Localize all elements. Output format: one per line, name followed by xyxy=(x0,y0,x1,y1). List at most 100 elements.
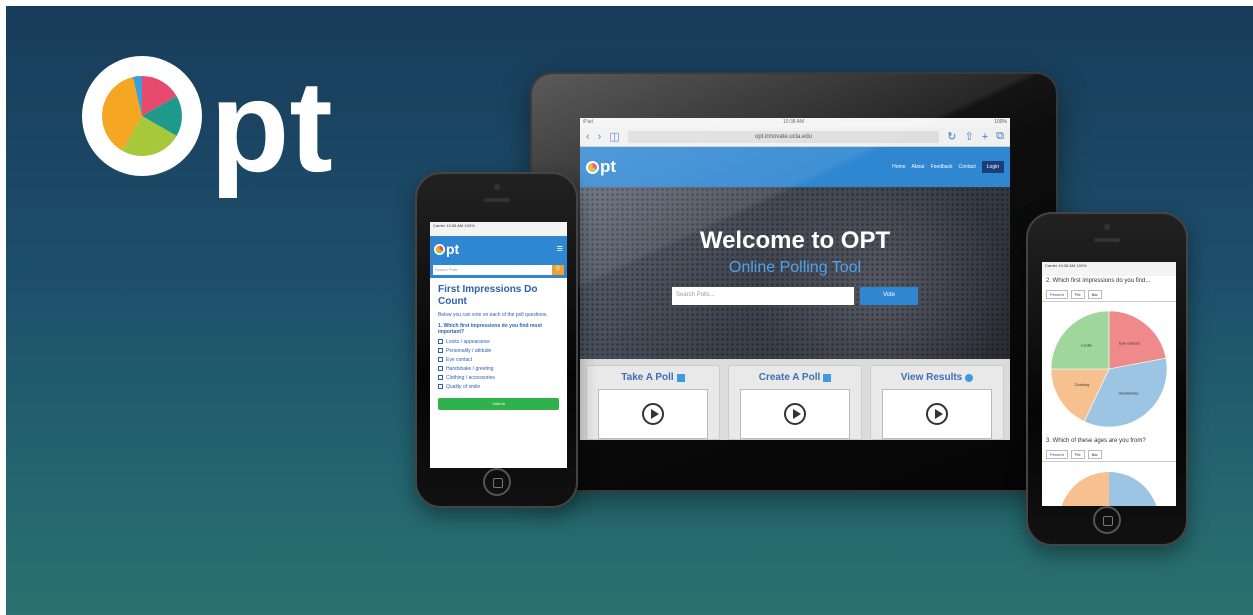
status-battery: 100% xyxy=(1076,263,1087,268)
status-time: 10:38 AM xyxy=(446,223,464,228)
edit-icon xyxy=(823,373,832,382)
nav-link-home[interactable]: Home xyxy=(892,164,905,170)
logo-pie-icon xyxy=(586,160,599,174)
opt-logo: pt xyxy=(82,56,362,206)
video-thumbnail[interactable] xyxy=(740,389,850,439)
phone-status-bar: Carrier 10:38 AM 100% xyxy=(430,222,567,236)
tablet-device: iPad 10:38 AM 100% ‹ › ◫ opt.innovate.uc… xyxy=(530,72,1058,492)
play-icon[interactable] xyxy=(926,403,948,425)
site-logo[interactable]: pt xyxy=(586,157,616,177)
pie-slice-label: Eye contact xyxy=(1119,340,1141,345)
hamburger-menu-icon[interactable]: ≡ xyxy=(557,243,563,255)
search-input[interactable]: Search Polls xyxy=(433,265,552,275)
poll-intro: Below you can vote on each of the poll q… xyxy=(438,312,548,318)
nav-link-contact[interactable]: Contact xyxy=(959,164,976,170)
results-pie-chart-2 xyxy=(1042,466,1176,506)
vote-button[interactable]: Vote xyxy=(860,287,918,305)
site-logo-text: pt xyxy=(600,157,617,176)
option-label: Clothing / accessories xyxy=(446,374,495,381)
pie-slice-label: Looks xyxy=(1081,342,1092,347)
hero-banner: pt iPad 10:38 AM 100% ‹ › ◫ opt.innovate… xyxy=(6,6,1253,615)
mobile-search: Search Polls ⚲ xyxy=(430,262,567,278)
pie-slice xyxy=(1050,310,1110,370)
status-time: 10:38 AM xyxy=(783,119,805,125)
status-carrier: iPad xyxy=(583,119,594,125)
status-time: 10:38 AM xyxy=(1058,263,1076,268)
checkbox[interactable] xyxy=(438,384,443,389)
nav-link-feedback[interactable]: Feedback xyxy=(931,164,953,170)
create-poll-card[interactable]: Create A Poll xyxy=(728,365,862,440)
pie-slice-label: Handshake xyxy=(1118,390,1139,395)
results-question-2: 3. Which of these ages are you from? xyxy=(1046,437,1146,444)
phone-right-screen: Carrier 10:38 AM 100% 2. Which first imp… xyxy=(1042,262,1176,506)
status-carrier: Carrier xyxy=(1045,263,1058,268)
hero-title: Welcome to OPT xyxy=(699,227,891,254)
camera-icon xyxy=(493,184,500,190)
take-poll-card[interactable]: Take A Poll xyxy=(586,365,720,440)
results-filters-2: Percent Pie Bar xyxy=(1042,448,1176,462)
tabs-icon[interactable]: ⧉ xyxy=(996,130,1004,143)
tablet-screen: iPad 10:38 AM 100% ‹ › ◫ opt.innovate.uc… xyxy=(580,118,1010,440)
option-label: Eye contact xyxy=(446,356,473,363)
results-filters: Percent Pie Bar xyxy=(1042,288,1176,302)
card-title: Take A Poll xyxy=(621,372,674,383)
option-label: Quality of smile xyxy=(446,383,481,390)
filter-bar[interactable]: Bar xyxy=(1087,449,1102,459)
view-results-card[interactable]: View Results xyxy=(870,365,1004,440)
share-icon[interactable]: ⇧ xyxy=(964,130,973,143)
filter-percent[interactable]: Percent xyxy=(1046,449,1068,459)
search-icon[interactable]: ⚲ xyxy=(552,265,564,275)
poll-option[interactable]: Looks / appearance xyxy=(438,339,559,345)
home-button xyxy=(1093,506,1121,534)
filter-bar[interactable]: Bar xyxy=(1087,289,1102,299)
forward-icon[interactable]: › xyxy=(598,131,602,143)
video-thumbnail[interactable] xyxy=(598,389,708,439)
poll-option[interactable]: Eye contact xyxy=(438,357,559,363)
speaker-grille xyxy=(483,198,510,202)
phone-right: Carrier 10:38 AM 100% 2. Which first imp… xyxy=(1026,212,1188,546)
status-battery: 100% xyxy=(994,119,1007,125)
home-button xyxy=(482,468,511,496)
video-thumbnail[interactable] xyxy=(882,389,992,439)
option-label: Handshake / greeting xyxy=(446,365,494,372)
poll-option[interactable]: Handshake / greeting xyxy=(438,366,559,372)
poll-option[interactable]: Quality of smile xyxy=(438,384,559,390)
list-icon xyxy=(676,373,685,382)
back-icon[interactable]: ‹ xyxy=(586,131,590,143)
login-button[interactable]: Login xyxy=(981,161,1004,173)
bookmarks-icon[interactable]: ◫ xyxy=(609,130,619,143)
poll-option[interactable]: Personality / attitude xyxy=(438,348,559,354)
option-label: Personality / attitude xyxy=(446,347,492,354)
checkbox[interactable] xyxy=(438,348,443,353)
site-navbar: pt Home About Feedback Contact Login xyxy=(580,147,1010,187)
play-icon[interactable] xyxy=(784,403,806,425)
poll-options: Looks / appearance Personality / attitud… xyxy=(438,339,559,390)
new-tab-icon[interactable]: + xyxy=(982,131,988,143)
feature-cards: Take A Poll Create A Poll View Results xyxy=(580,359,1010,440)
filter-pie[interactable]: Pie xyxy=(1070,289,1085,299)
filter-pie[interactable]: Pie xyxy=(1070,449,1085,459)
camera-icon xyxy=(1104,224,1110,230)
card-title: View Results xyxy=(900,372,963,383)
address-bar[interactable]: opt.innovate.ucla.edu xyxy=(627,130,940,143)
play-icon[interactable] xyxy=(642,403,664,425)
status-carrier: Carrier xyxy=(433,223,446,228)
checkbox[interactable] xyxy=(438,339,443,344)
site-logo[interactable]: pt xyxy=(434,241,459,257)
filter-percent[interactable]: Percent xyxy=(1046,289,1068,299)
poll-option[interactable]: Clothing / accessories xyxy=(438,375,559,381)
poll-title: First Impressions Do Count xyxy=(438,284,538,307)
reload-icon[interactable]: ↻ xyxy=(947,130,956,143)
poll-search-input[interactable]: Search Polls... xyxy=(672,287,854,305)
nav-link-about[interactable]: About xyxy=(911,164,924,170)
site-logo-text: pt xyxy=(446,241,460,257)
card-title: Create A Poll xyxy=(758,372,821,383)
checkbox[interactable] xyxy=(438,357,443,362)
hero-subtitle: Online Polling Tool xyxy=(728,259,862,276)
checkbox[interactable] xyxy=(438,366,443,371)
phone-left-screen: Carrier 10:38 AM 100% pt ≡ Search Polls … xyxy=(430,222,567,468)
submit-button[interactable]: Submit xyxy=(438,397,559,410)
checkbox[interactable] xyxy=(438,375,443,380)
phone-left: Carrier 10:38 AM 100% pt ≡ Search Polls … xyxy=(415,172,578,508)
option-label: Looks / appearance xyxy=(446,338,490,345)
